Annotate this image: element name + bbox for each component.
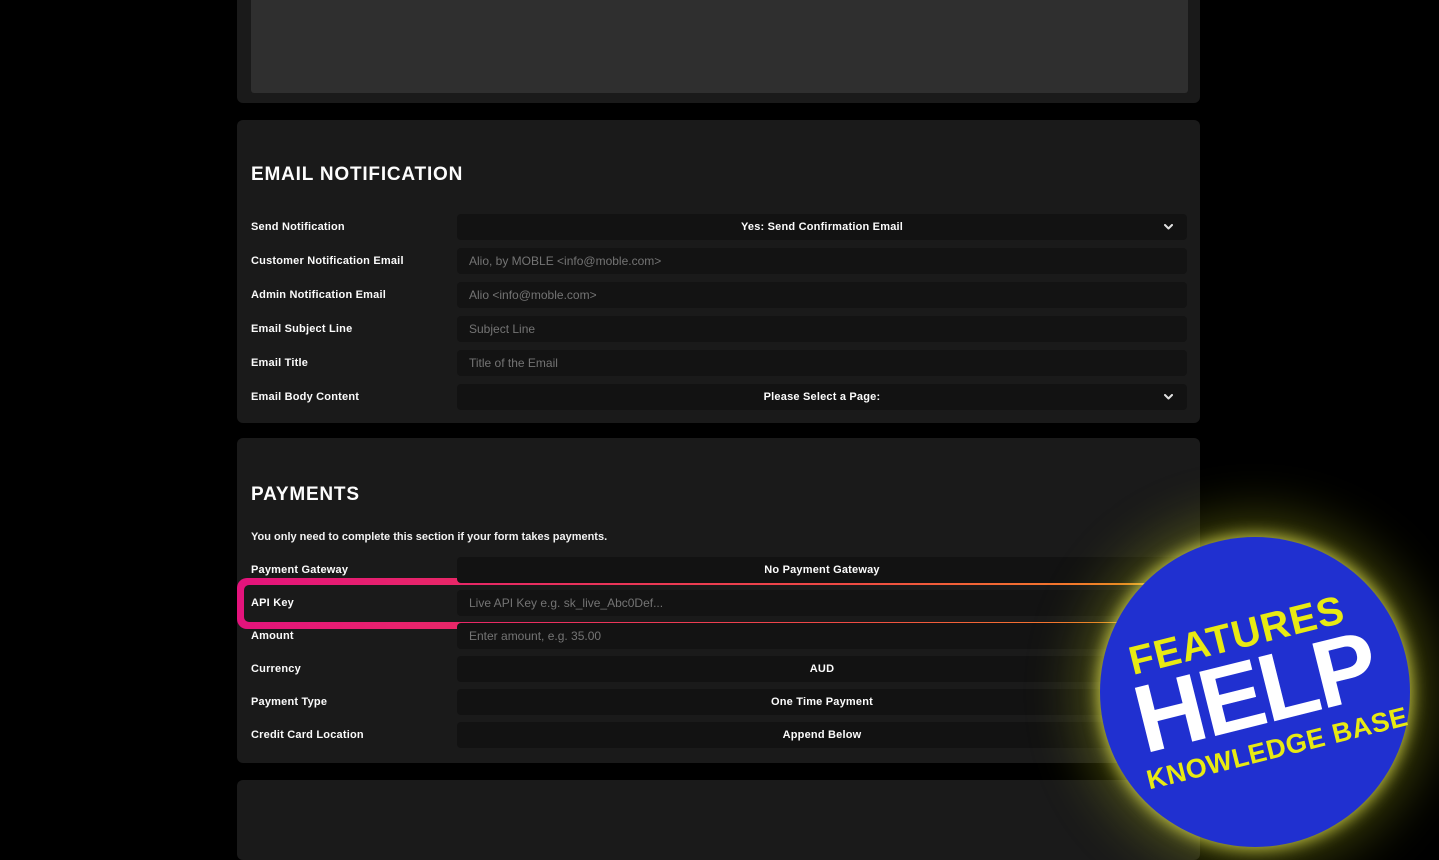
email-title-row: Email Title [251, 350, 1187, 376]
payments-section-title: PAYMENTS [251, 484, 360, 505]
email-notification-section: EMAIL NOTIFICATION Send Notification Yes… [237, 120, 1200, 423]
select-value: Append Below [782, 729, 862, 741]
chevron-down-icon [1164, 224, 1173, 230]
help-knowledge-base-badge[interactable]: FEATURES HELP KNOWLEDGE BASE [1100, 537, 1411, 847]
amount-row: Amount [251, 623, 1187, 649]
email-section-title: EMAIL NOTIFICATION [251, 164, 464, 185]
customer-notification-email-input[interactable] [457, 248, 1187, 274]
field-label: Send Notification [251, 221, 345, 233]
credit-card-location-row: Credit Card Location Append Below [251, 722, 1187, 748]
field-label: Email Subject Line [251, 323, 353, 335]
payments-section: PAYMENTS You only need to complete this … [237, 438, 1229, 763]
email-title-input[interactable] [457, 350, 1187, 376]
field-label: Customer Notification Email [251, 255, 404, 267]
field-label: API Key [251, 597, 294, 609]
email-subject-line-input[interactable] [457, 316, 1187, 342]
select-value: Yes: Send Confirmation Email [740, 221, 904, 233]
payments-note: You only need to complete this section i… [251, 531, 608, 543]
field-label: Payment Type [251, 696, 328, 708]
payment-type-row: Payment Type One Time Payment [251, 689, 1187, 715]
field-label: Credit Card Location [251, 729, 364, 741]
field-label: Email Title [251, 357, 309, 369]
select-value: Please Select a Page: [763, 391, 881, 403]
field-label: Admin Notification Email [251, 289, 386, 301]
bottom-panel [237, 780, 1200, 860]
field-label: Amount [251, 630, 294, 642]
credit-card-location-select[interactable]: Append Below [457, 722, 1187, 748]
payment-gateway-row: Payment Gateway No Payment Gateway [251, 557, 1187, 583]
field-label: Payment Gateway [251, 564, 349, 576]
currency-row: Currency AUD [251, 656, 1187, 682]
top-panel [237, 0, 1200, 103]
top-panel-content-area [251, 0, 1188, 93]
currency-select[interactable]: AUD [457, 656, 1187, 682]
field-label: Email Body Content [251, 391, 360, 403]
api-key-input[interactable] [457, 590, 1187, 616]
send-notification-select[interactable]: Yes: Send Confirmation Email [457, 214, 1187, 240]
api-key-row: API Key [251, 590, 1187, 616]
email-body-content-row: Email Body Content Please Select a Page: [251, 384, 1187, 410]
admin-notification-email-row: Admin Notification Email [251, 282, 1187, 308]
customer-notification-email-row: Customer Notification Email [251, 248, 1187, 274]
select-value: AUD [809, 663, 835, 675]
payment-gateway-select[interactable]: No Payment Gateway [457, 557, 1187, 583]
send-notification-row: Send Notification Yes: Send Confirmation… [251, 214, 1187, 240]
amount-input[interactable] [457, 623, 1187, 649]
email-subject-line-row: Email Subject Line [251, 316, 1187, 342]
admin-notification-email-input[interactable] [457, 282, 1187, 308]
email-body-content-select[interactable]: Please Select a Page: [457, 384, 1187, 410]
chevron-down-icon [1164, 394, 1173, 400]
select-value: No Payment Gateway [764, 564, 880, 576]
payment-type-select[interactable]: One Time Payment [457, 689, 1187, 715]
select-value: One Time Payment [770, 696, 874, 708]
field-label: Currency [251, 663, 301, 675]
